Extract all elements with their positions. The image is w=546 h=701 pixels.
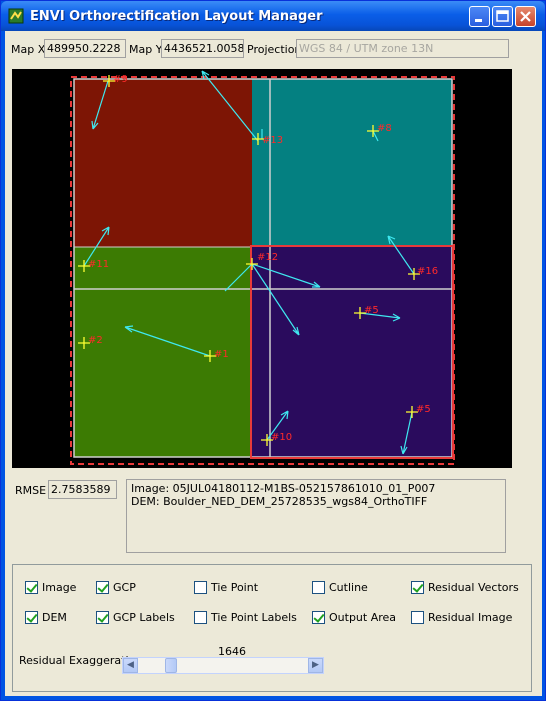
rmse-label: RMSE — [15, 484, 47, 497]
map-x-label: Map X — [11, 43, 46, 56]
layout-view[interactable]: #9 #13 #8 #11 #16 #12 #2 #1 #5 #5 #10 — [12, 69, 512, 468]
exaggeration-slider[interactable]: ◀ ▶ — [122, 657, 324, 674]
minimize-button[interactable] — [469, 6, 490, 27]
checkbox-box[interactable] — [312, 611, 325, 624]
checkbox-box[interactable] — [25, 581, 38, 594]
checkbox-box[interactable] — [194, 581, 207, 594]
checkbox-box[interactable] — [96, 581, 109, 594]
checkbox-box[interactable] — [312, 581, 325, 594]
gcp-label: #5 — [364, 305, 379, 316]
projection-label: Projection — [247, 43, 302, 56]
cutline-checkbox[interactable]: Cutline — [312, 581, 368, 594]
minimize-icon — [475, 19, 482, 22]
checkbox-box[interactable] — [411, 611, 424, 624]
scroll-right-button[interactable]: ▶ — [308, 658, 323, 673]
image-file-text: Image: 05JUL04180112-M1BS-052157861010_0… — [131, 482, 436, 495]
checkbox-box[interactable] — [411, 581, 424, 594]
gcp-checkbox[interactable]: GCP — [96, 581, 136, 594]
file-info-box: Image: 05JUL04180112-M1BS-052157861010_0… — [126, 479, 506, 553]
app-window: ENVI Orthorectification Layout Manager M… — [0, 0, 546, 701]
image-checkbox[interactable]: Image — [25, 581, 76, 594]
chevron-left-icon: ◀ — [127, 660, 134, 670]
envi-app-icon — [8, 8, 24, 24]
output-area-checkbox[interactable]: Output Area — [312, 611, 396, 624]
maximize-icon — [496, 10, 509, 22]
image-footprint-teal — [252, 79, 452, 247]
window-title: ENVI Orthorectification Layout Manager — [30, 9, 323, 24]
gcp-label: #8 — [377, 123, 392, 134]
dem-checkbox[interactable]: DEM — [25, 611, 67, 624]
gcp-label: #1 — [214, 349, 229, 360]
tie-point-labels-checkbox[interactable]: Tie Point Labels — [194, 611, 297, 624]
scroll-left-button[interactable]: ◀ — [123, 658, 138, 673]
residual-vectors-checkbox[interactable]: Residual Vectors — [411, 581, 519, 594]
projection-field: WGS 84 / UTM zone 13N — [296, 39, 509, 58]
map-x-field: 489950.2228 — [44, 39, 126, 58]
dialog-body: Map X 489950.2228 Map Y 4436521.0058 Pro… — [5, 31, 542, 696]
gcp-label: #11 — [88, 259, 109, 270]
map-y-field: 4436521.0058 — [161, 39, 244, 58]
gcp-label: #13 — [262, 135, 283, 146]
maximize-button[interactable] — [492, 6, 513, 27]
residual-image-checkbox[interactable]: Residual Image — [411, 611, 512, 624]
title-bar[interactable]: ENVI Orthorectification Layout Manager — [1, 1, 545, 31]
gcp-label: #16 — [417, 266, 438, 277]
rmse-field: 2.7583589 — [48, 480, 117, 499]
checkbox-box[interactable] — [25, 611, 38, 624]
gcp-label: #12 — [257, 252, 278, 263]
checkbox-box[interactable] — [194, 611, 207, 624]
gcp-label: #2 — [88, 335, 103, 346]
chevron-right-icon: ▶ — [312, 660, 319, 670]
close-button[interactable] — [515, 6, 536, 27]
gcp-label: #9 — [113, 74, 128, 85]
slider-thumb[interactable] — [164, 658, 177, 673]
gcp-labels-checkbox[interactable]: GCP Labels — [96, 611, 175, 624]
tie-point-checkbox[interactable]: Tie Point — [194, 581, 258, 594]
map-y-label: Map Y — [129, 43, 163, 56]
image-footprint-purple — [252, 247, 452, 457]
gcp-label: #5 — [416, 404, 431, 415]
layout-canvas[interactable]: #9 #13 #8 #11 #16 #12 #2 #1 #5 #5 #10 — [12, 69, 512, 468]
dem-file-text: DEM: Boulder_NED_DEM_25728535_wgs84_Orth… — [131, 495, 428, 508]
checkbox-box[interactable] — [96, 611, 109, 624]
close-icon — [520, 11, 531, 22]
gcp-label: #10 — [271, 432, 292, 443]
